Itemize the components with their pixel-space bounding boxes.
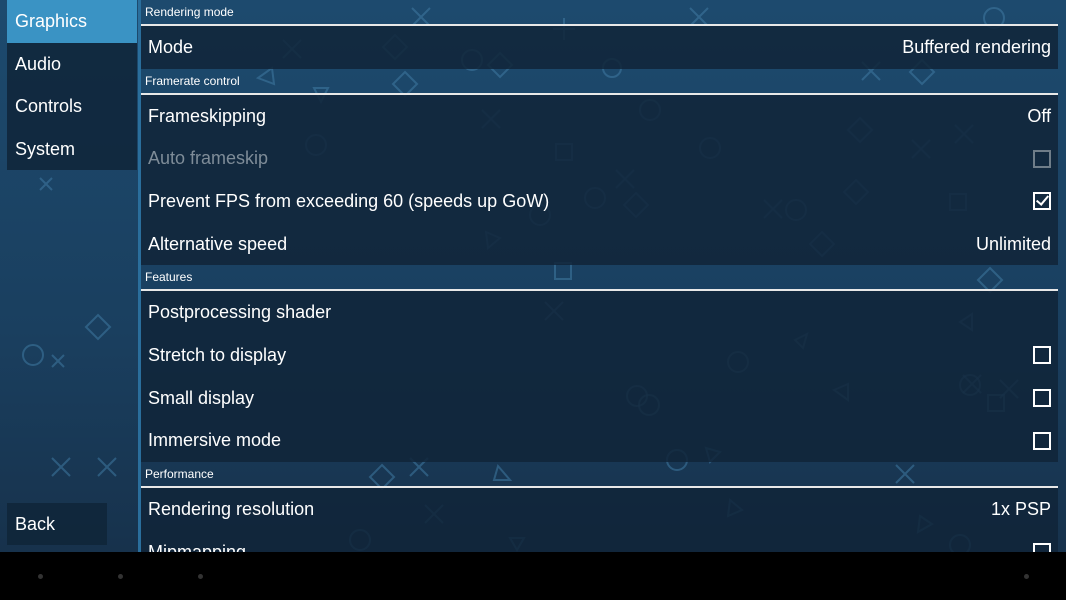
recents-nav-icon[interactable] xyxy=(198,574,203,579)
setting-stretch-to-display[interactable]: Stretch to display xyxy=(141,334,1058,377)
small-display-checkbox[interactable] xyxy=(1033,389,1051,408)
home-nav-icon[interactable] xyxy=(118,574,123,579)
setting-label: Mipmapping xyxy=(148,541,247,552)
setting-value: Off xyxy=(1027,105,1051,126)
setting-label: Auto frameskip xyxy=(148,148,269,169)
setting-frameskipping[interactable]: Frameskipping Off xyxy=(141,94,1058,138)
section-header-performance: Performance xyxy=(141,462,1058,489)
setting-postprocessing-shader[interactable]: Postprocessing shader xyxy=(141,291,1058,335)
setting-label: Small display xyxy=(148,387,255,408)
mipmapping-checkbox[interactable] xyxy=(1033,543,1051,552)
setting-label: Prevent FPS from exceeding 60 (speeds up… xyxy=(148,190,550,211)
setting-value: Unlimited xyxy=(975,233,1051,254)
setting-label: Mode xyxy=(148,36,194,57)
setting-label: Alternative speed xyxy=(148,233,288,254)
back-nav-icon[interactable] xyxy=(38,574,43,579)
menu-nav-icon[interactable] xyxy=(1024,574,1029,579)
tab-audio[interactable]: Audio xyxy=(7,43,137,86)
prevent-fps-checkbox[interactable] xyxy=(1033,192,1051,211)
setting-value: 1x PSP xyxy=(990,499,1051,520)
setting-label: Rendering resolution xyxy=(148,499,315,520)
section-header-rendering-mode: Rendering mode xyxy=(141,0,1058,26)
setting-alternative-speed[interactable]: Alternative speed Unlimited xyxy=(141,222,1058,266)
stretch-checkbox[interactable] xyxy=(1033,346,1051,365)
settings-tab-list: Graphics Audio Controls System xyxy=(7,0,137,170)
setting-mipmapping[interactable]: Mipmapping xyxy=(141,530,1058,552)
setting-immersive-mode[interactable]: Immersive mode xyxy=(141,419,1058,463)
system-navigation-bar xyxy=(0,552,1066,600)
tab-controls[interactable]: Controls xyxy=(7,85,137,128)
setting-label: Postprocessing shader xyxy=(148,302,332,323)
setting-rendering-resolution[interactable]: Rendering resolution 1x PSP xyxy=(141,488,1058,531)
setting-small-display[interactable]: Small display xyxy=(141,376,1058,420)
setting-mode[interactable]: Mode Buffered rendering xyxy=(141,26,1058,69)
tab-system[interactable]: System xyxy=(7,128,137,171)
settings-list[interactable]: Rendering mode Mode Buffered rendering F… xyxy=(138,0,1058,552)
setting-value: Buffered rendering xyxy=(902,36,1051,57)
section-header-features: Features xyxy=(141,265,1058,292)
setting-label: Stretch to display xyxy=(148,344,287,365)
auto-frameskip-checkbox xyxy=(1033,149,1051,168)
setting-label: Immersive mode xyxy=(148,430,282,451)
tab-graphics[interactable]: Graphics xyxy=(7,0,137,43)
setting-auto-frameskip: Auto frameskip xyxy=(141,137,1058,181)
section-header-framerate-control: Framerate control xyxy=(141,69,1058,95)
back-button[interactable]: Back xyxy=(7,503,107,545)
setting-label: Frameskipping xyxy=(148,105,267,126)
immersive-checkbox[interactable] xyxy=(1033,431,1051,450)
setting-prevent-fps[interactable]: Prevent FPS from exceeding 60 (speeds up… xyxy=(141,180,1058,223)
